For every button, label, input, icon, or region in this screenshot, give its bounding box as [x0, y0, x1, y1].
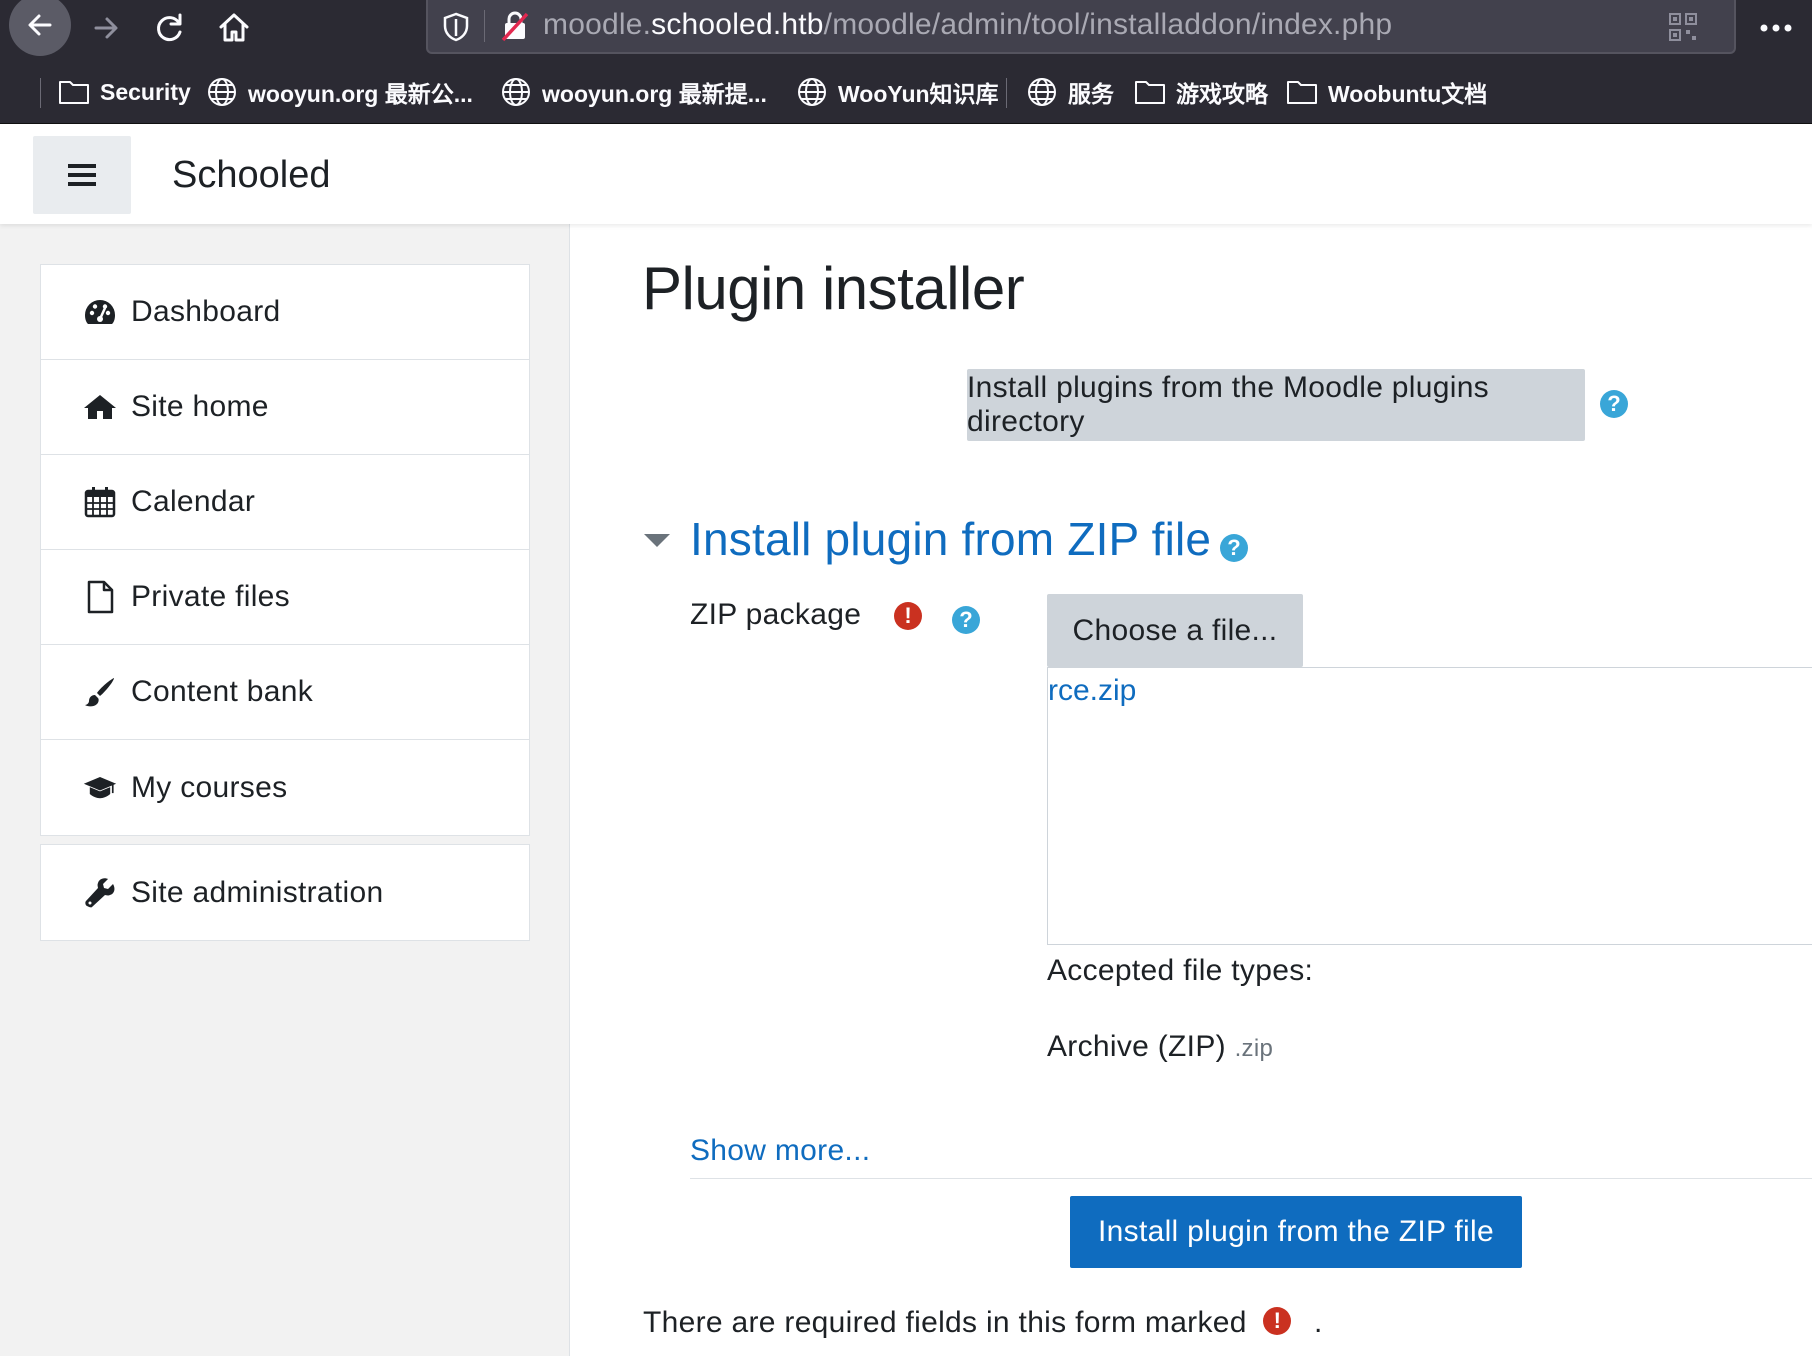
forward-button[interactable]	[78, 0, 134, 56]
bookmark-wooyun-zhishiku[interactable]: WooYun知识库	[796, 76, 999, 108]
plugins-directory-button[interactable]: Install plugins from the Moodle plugins …	[967, 369, 1585, 441]
bookmark-security[interactable]: Security	[58, 76, 191, 108]
site-header: Schooled	[0, 124, 1812, 224]
sidebar-item-label: Content bank	[131, 675, 314, 708]
required-note-end: .	[1314, 1306, 1323, 1339]
address-bar[interactable]: moodle.schooled.htb/moodle/admin/tool/in…	[426, 0, 1736, 54]
arrow-left-icon	[28, 14, 52, 36]
sidebar-item-site-home[interactable]: Site home	[41, 360, 529, 455]
bookmark-wooyun-1[interactable]: wooyun.org 最新公...	[206, 76, 473, 108]
folder-icon	[1135, 81, 1165, 104]
page-title: Plugin installer	[642, 255, 1025, 322]
help-icon[interactable]: ?	[1220, 534, 1248, 562]
file-icon	[83, 580, 117, 614]
sidebar-item-site-administration[interactable]: Site administration	[41, 845, 529, 940]
drawer-toggle-button[interactable]	[33, 136, 131, 214]
home-button[interactable]	[206, 0, 262, 56]
admin-nav-list: Site administration	[40, 844, 530, 941]
sidebar-item-label: Calendar	[131, 485, 256, 518]
shield-icon[interactable]	[442, 12, 470, 42]
sidebar-item-label: My courses	[131, 770, 288, 804]
home-icon	[219, 13, 249, 42]
sidebar-item-private-files[interactable]: Private files	[41, 550, 529, 645]
divider	[690, 1178, 1812, 1179]
globe-icon	[208, 78, 236, 106]
required-icon: !	[894, 602, 922, 630]
help-icon[interactable]: ?	[952, 606, 980, 634]
accepted-types-label: Accepted file types:	[1047, 954, 1314, 987]
bookmark-woobuntu-docs[interactable]: Woobuntu文档	[1286, 76, 1487, 108]
sidebar-item-label: Private files	[131, 580, 290, 613]
globe-icon	[502, 78, 530, 106]
folder-icon	[59, 81, 89, 104]
dashboard-icon	[83, 295, 117, 329]
accepted-type-ext: .zip	[1234, 1035, 1274, 1062]
brush-icon	[83, 675, 117, 709]
globe-icon	[1028, 78, 1056, 106]
choose-file-button[interactable]: Choose a file...	[1047, 594, 1303, 667]
bookmarks-toolbar: Security wooyun.org 最新公... wooyun.org 最新…	[0, 60, 1812, 124]
main-region: Plugin installer Install plugins from th…	[600, 224, 1812, 1356]
zip-package-label: ZIP package	[690, 598, 862, 631]
sidebar-item-dashboard[interactable]: Dashboard	[41, 265, 529, 360]
selected-file-link[interactable]: rce.zip	[1048, 674, 1136, 708]
bookmark-services[interactable]: 服务	[1026, 76, 1114, 108]
url-text: moodle.schooled.htb/moodle/admin/tool/in…	[543, 8, 1393, 41]
qr-code-icon[interactable]	[1668, 12, 1698, 42]
nav-drawer: Dashboard Site home Calendar Private fil…	[0, 224, 570, 1356]
required-fields-note: There are required fields in this form m…	[643, 1306, 1323, 1340]
section-legend[interactable]: Install plugin from ZIP file	[690, 512, 1211, 566]
more-horizontal-icon	[1760, 24, 1792, 32]
arrow-right-icon	[94, 17, 118, 39]
browser-toolbar: moodle.schooled.htb/moodle/admin/tool/in…	[0, 0, 1812, 60]
reload-button[interactable]	[142, 0, 198, 56]
calendar-icon	[83, 485, 117, 519]
sidebar-item-calendar[interactable]: Calendar	[41, 455, 529, 550]
collapse-caret-icon[interactable]	[644, 534, 670, 547]
install-zip-button[interactable]: Install plugin from the ZIP file	[1070, 1196, 1522, 1268]
nav-list: Dashboard Site home Calendar Private fil…	[40, 264, 530, 836]
globe-icon	[798, 78, 826, 106]
required-note-text: There are required fields in this form m…	[643, 1306, 1247, 1339]
sidebar-item-content-bank[interactable]: Content bank	[41, 645, 529, 740]
show-more-link[interactable]: Show more...	[690, 1134, 870, 1168]
back-button[interactable]	[8, 0, 72, 56]
home-icon	[83, 390, 117, 424]
menu-button[interactable]	[1748, 0, 1804, 56]
sidebar-item-label: Dashboard	[131, 295, 281, 328]
file-drop-area[interactable]	[1047, 667, 1812, 945]
hamburger-menu-icon	[68, 164, 96, 186]
graduation-cap-icon	[83, 771, 117, 805]
wrench-icon	[83, 876, 117, 910]
accepted-type-name: Archive (ZIP)	[1047, 1030, 1226, 1063]
required-icon: !	[1263, 1307, 1292, 1335]
insecure-lock-icon[interactable]	[500, 10, 530, 42]
site-name[interactable]: Schooled	[172, 154, 330, 197]
folder-icon	[1287, 81, 1317, 104]
accepted-type-item: Archive (ZIP) .zip	[1047, 1030, 1273, 1064]
sidebar-item-my-courses[interactable]: My courses	[41, 740, 529, 835]
reload-icon	[157, 13, 182, 42]
help-icon[interactable]: ?	[1600, 390, 1628, 418]
bookmark-game-guides[interactable]: 游戏攻略	[1134, 76, 1268, 108]
sidebar-item-label: Site administration	[131, 875, 384, 909]
sidebar-item-label: Site home	[131, 390, 269, 423]
bookmark-wooyun-2[interactable]: wooyun.org 最新提...	[500, 76, 767, 108]
